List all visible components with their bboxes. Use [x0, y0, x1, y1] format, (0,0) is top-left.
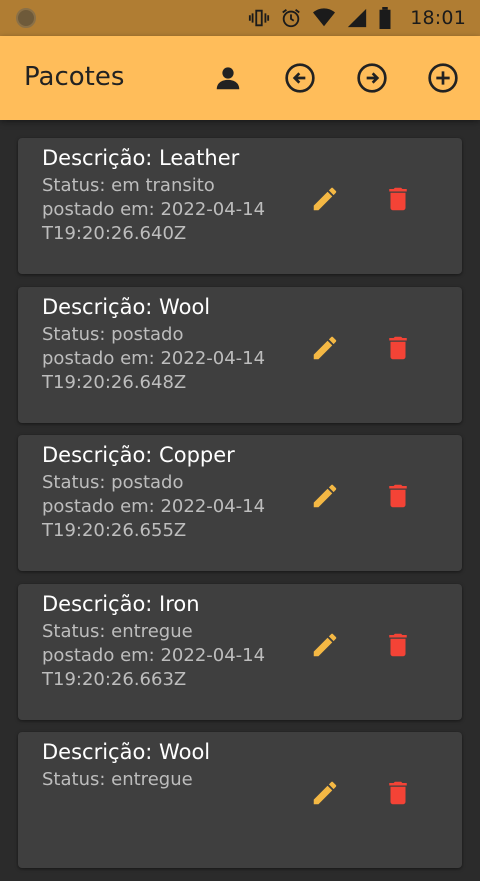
pencil-icon	[313, 633, 337, 656]
plus-circle-icon	[428, 63, 458, 93]
package-posted-date: postado em: 2022-04-14T19:20:26.663Z	[42, 644, 266, 690]
trash-icon	[389, 781, 407, 805]
package-description: Descrição: Wool	[42, 740, 211, 764]
delete-button[interactable]	[381, 331, 415, 365]
pencil-icon	[313, 484, 337, 508]
account-icon	[216, 67, 240, 90]
page-title: Pacotes	[24, 62, 125, 92]
package-description: Descrição: Iron	[42, 591, 200, 616]
package-card: Descrição: Copper Status: postado postad…	[18, 435, 462, 571]
edit-button[interactable]	[308, 331, 342, 365]
account-button[interactable]	[211, 61, 245, 95]
package-posted-date: postado em: 2022-04-14T19:20:26.655Z	[42, 496, 266, 541]
trash-icon	[389, 187, 407, 211]
next-page-button[interactable]	[355, 61, 389, 95]
package-list: Descrição: Leather Status: em transito p…	[18, 138, 462, 881]
signal-icon	[347, 8, 367, 28]
trash-icon	[389, 633, 407, 656]
delete-button[interactable]	[381, 182, 415, 216]
package-description: Descrição: Wool	[42, 294, 211, 319]
package-status: Status: postado	[42, 323, 184, 345]
arrow-left-circle-icon	[285, 63, 315, 93]
package-status: Status: entregue	[42, 620, 193, 642]
package-card: Descrição: Iron Status: entregue postado…	[18, 583, 462, 720]
package-card: Descrição: Leather Status: em transito p…	[18, 138, 462, 274]
alarm-icon	[282, 9, 300, 28]
edit-button[interactable]	[308, 182, 342, 216]
trash-icon	[389, 336, 407, 359]
delete-button[interactable]	[381, 628, 415, 662]
package-posted-date: postado em: 2022-04-14T19:20:26.648Z	[42, 347, 266, 393]
pencil-icon	[313, 336, 337, 359]
package-description: Descrição: Leather	[42, 146, 240, 170]
package-card: Descrição: Wool Status: postado postado …	[18, 286, 462, 423]
add-package-button[interactable]	[426, 61, 460, 95]
trash-icon	[389, 484, 407, 508]
pencil-icon	[313, 187, 337, 211]
package-card: Descrição: Wool Status: entregue	[18, 732, 462, 868]
package-status: Status: entregue	[42, 769, 193, 790]
previous-page-button[interactable]	[283, 61, 317, 95]
delete-button[interactable]	[381, 776, 415, 810]
edit-button[interactable]	[308, 628, 342, 662]
vibrate-icon	[248, 9, 270, 27]
package-posted-date: postado em: 2022-04-14T19:20:26.640Z	[42, 199, 266, 244]
battery-icon	[379, 7, 391, 29]
app-bar: Pacotes	[0, 36, 480, 120]
status-icons	[248, 6, 392, 30]
arrow-right-circle-icon	[357, 63, 387, 93]
package-description: Descrição: Copper	[42, 443, 235, 467]
pencil-icon	[313, 781, 337, 805]
edit-button[interactable]	[308, 776, 342, 810]
package-status: Status: em transito	[42, 175, 215, 196]
notification-icon	[16, 8, 36, 28]
status-bar: 18:01	[0, 0, 480, 36]
edit-button[interactable]	[308, 479, 342, 513]
package-status: Status: postado	[42, 472, 184, 493]
delete-button[interactable]	[381, 479, 415, 513]
clock: 18:01	[410, 7, 466, 29]
wifi-icon	[313, 8, 335, 27]
